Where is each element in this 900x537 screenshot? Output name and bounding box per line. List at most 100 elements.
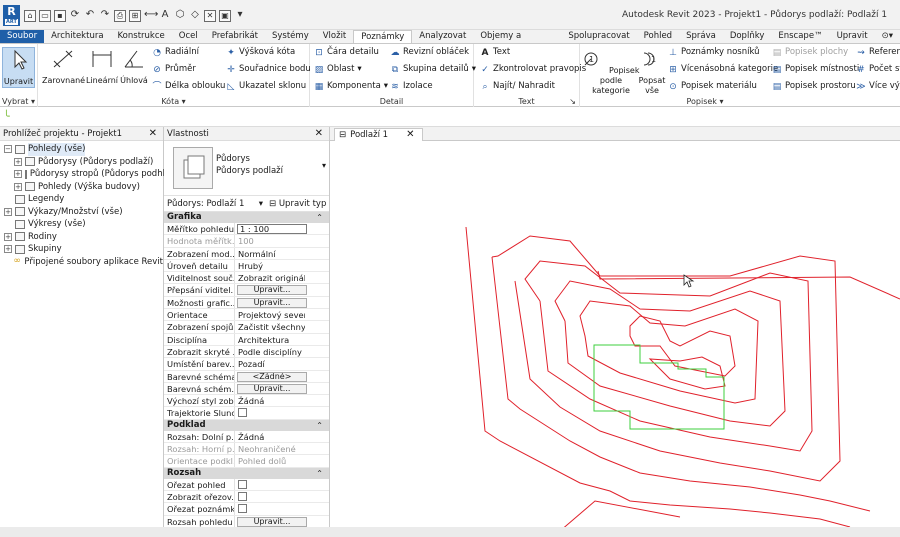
insulation-button[interactable]: ≋ Izolace — [390, 81, 432, 92]
tag-icon[interactable]: A — [159, 10, 171, 22]
tree-item[interactable]: + Půdorysy (Půdorys podlaží) — [4, 156, 163, 169]
diameter-dim-button[interactable]: ⊘ Průměr — [152, 64, 196, 75]
property-value[interactable]: Žádná — [235, 431, 305, 442]
home-icon[interactable]: ⌂ — [24, 10, 36, 22]
dimension-icon[interactable]: ⟷ — [144, 10, 158, 22]
tab-objemy-a-pozemek[interactable]: Objemy a pozemek — [473, 30, 561, 53]
tab-upravit[interactable]: Upravit — [830, 30, 875, 43]
expand-toggle-icon[interactable]: + — [4, 245, 12, 254]
ribbon-options-icon[interactable]: ⊙▾ — [875, 30, 900, 43]
tab-prefabrik-t[interactable]: Prefabrikát — [205, 30, 265, 43]
tree-item[interactable]: − Pohledy (vše) — [4, 143, 163, 156]
property-checkbox[interactable] — [238, 491, 247, 501]
expand-toggle-icon[interactable]: + — [4, 232, 12, 241]
tab-analyzovat[interactable]: Analyzovat — [412, 30, 473, 43]
tread-number-button[interactable]: # Počet st — [856, 64, 900, 75]
sync-icon[interactable]: ⟳ — [69, 10, 81, 22]
property-value[interactable]: Hrubý — [235, 260, 305, 271]
property-checkbox[interactable] — [238, 479, 247, 489]
region-button[interactable]: ▨ Oblast ▾ — [314, 64, 362, 75]
close-hidden-icon[interactable]: ✕ — [204, 10, 216, 22]
print-icon[interactable]: ⎙ — [114, 10, 126, 22]
expand-toggle-icon[interactable]: + — [4, 207, 12, 216]
property-edit-button[interactable]: Upravit... — [237, 516, 307, 527]
save-icon[interactable]: ▪ — [54, 10, 66, 22]
tree-item[interactable]: + Skupiny — [4, 243, 163, 256]
tree-item[interactable]: + Výkazy/Množství (vše) — [4, 206, 163, 219]
customize-icon[interactable]: ▾ — [234, 10, 246, 22]
section-podklad[interactable]: Podklad ⌃ — [164, 419, 329, 431]
tree-item[interactable]: + Rodiny — [4, 231, 163, 244]
tab-enscape-[interactable]: Enscape™ — [771, 30, 829, 43]
material-tag-button[interactable]: ⊙ Popisek materiálu — [668, 81, 757, 92]
collapse-icon[interactable]: ⌃ — [316, 212, 323, 223]
panel-label[interactable]: Vybrat ▾ — [0, 97, 37, 106]
tag-all-button[interactable]: 1 Popsat vše — [638, 47, 666, 96]
spot-elevation-button[interactable]: ✦ Výšková kóta — [226, 47, 295, 58]
undo-icon[interactable]: ↶ — [84, 10, 96, 22]
collapse-icon[interactable]: ⌃ — [316, 468, 323, 479]
tab-spolupracovat[interactable]: Spolupracovat — [561, 30, 636, 43]
panel-label[interactable]: Kóta ▾ — [38, 97, 309, 106]
close-icon[interactable]: ✕ — [149, 127, 157, 141]
aligned-dim-button[interactable]: Zarovnané — [42, 47, 85, 86]
find-replace-button[interactable]: ⌕ Najít/ Nahradit — [480, 81, 554, 92]
multi-category-button[interactable]: ⊞ Vícenásobná kategorie — [668, 64, 778, 75]
collapse-icon[interactable]: ⌃ — [316, 420, 323, 431]
property-value[interactable]: Architektura — [235, 334, 305, 345]
tree-item[interactable]: Legendy — [4, 193, 163, 206]
section-icon[interactable]: ◇ — [189, 10, 201, 22]
3d-view-icon[interactable]: ⬡ — [174, 10, 186, 22]
property-edit-button[interactable]: Upravit... — [237, 383, 307, 394]
spot-slope-button[interactable]: ◺ Ukazatel sklonu — [226, 81, 307, 92]
tree-item[interactable]: ∞ Připojené soubory aplikace Revit — [4, 256, 163, 269]
property-value[interactable]: Začistit všechny ... — [235, 321, 305, 332]
tab-dopl-ky[interactable]: Doplňky — [723, 30, 772, 43]
tree-item[interactable]: + Pohledy (Výška budovy) — [4, 181, 163, 194]
panel-label[interactable]: Popisek ▾ — [580, 97, 830, 106]
type-selector[interactable]: Půdorys Půdorys podlaží ▾ — [164, 141, 329, 196]
spelling-button[interactable]: ✓ Zkontrolovat pravopis — [480, 64, 586, 75]
property-checkbox[interactable] — [238, 408, 247, 418]
tab-vlo-it[interactable]: Vložit — [316, 30, 354, 43]
tab-pozn-mky[interactable]: Poznámky — [353, 30, 413, 43]
reference-button[interactable]: ⇝ Referen — [856, 47, 900, 58]
property-value[interactable]: Projektový sever — [235, 309, 305, 320]
beam-annotations-button[interactable]: ⊥ Poznámky nosníků — [668, 47, 759, 58]
radial-dim-button[interactable]: ◔ Radiální — [152, 47, 199, 58]
tab-architektura[interactable]: Architektura — [44, 30, 110, 43]
detail-group-button[interactable]: ⧉ Skupina detailů ▾ — [390, 64, 476, 75]
tab-pohled[interactable]: Pohled — [637, 30, 679, 43]
multi-rebar-button[interactable]: ≫ Více vý — [856, 81, 900, 92]
property-value[interactable]: Pozadí — [235, 358, 305, 369]
arc-length-button[interactable]: ⌒ Délka oblouku — [152, 81, 225, 92]
property-value[interactable]: Normální — [235, 248, 305, 259]
tab-spr-va[interactable]: Správa — [679, 30, 723, 43]
property-edit-button[interactable]: Upravit... — [237, 285, 307, 296]
section-grafika[interactable]: Grafika ⌃ — [164, 212, 329, 223]
measure-icon[interactable]: ⊞ — [129, 10, 141, 22]
property-value[interactable]: Podle disciplíny — [235, 346, 305, 357]
revision-cloud-button[interactable]: ☁ Revizní obláček — [390, 47, 470, 58]
topography-drawing[interactable] — [330, 141, 900, 527]
expand-toggle-icon[interactable]: + — [14, 170, 22, 179]
view-tab-podlazi-1[interactable]: ⊟ Podlaží 1 ✕ — [334, 128, 424, 141]
property-value[interactable]: Žádná — [235, 395, 305, 406]
expand-toggle-icon[interactable]: − — [4, 145, 12, 154]
section-rozsah[interactable]: Rozsah ⌃ — [164, 467, 329, 479]
space-tag-button[interactable]: ▤ Popisek prostoru — [772, 81, 856, 92]
angular-dim-button[interactable]: Úhlová — [120, 47, 148, 86]
room-tag-button[interactable]: ▤ Popisek místnosti — [772, 64, 859, 75]
expand-toggle-icon[interactable]: + — [14, 157, 22, 166]
modify-button[interactable]: Upravit — [2, 47, 35, 88]
expand-toggle-icon[interactable]: + — [14, 182, 22, 191]
tab-syst-my[interactable]: Systémy — [265, 30, 316, 43]
tag-by-category-button[interactable]: 1 Popisek podle kategorie — [582, 47, 640, 96]
open-icon[interactable]: ▭ — [39, 10, 51, 22]
instance-filter-dropdown[interactable]: Půdorys: Podlaží 1 — [167, 199, 265, 209]
dialog-launcher-icon[interactable]: ↘ — [569, 97, 576, 106]
property-value[interactable]: 1 : 100 — [237, 224, 307, 234]
revit-logo[interactable]: R ART — [3, 5, 20, 26]
chevron-down-icon[interactable]: ▾ — [322, 161, 326, 170]
tab-konstrukce[interactable]: Konstrukce — [111, 30, 172, 43]
